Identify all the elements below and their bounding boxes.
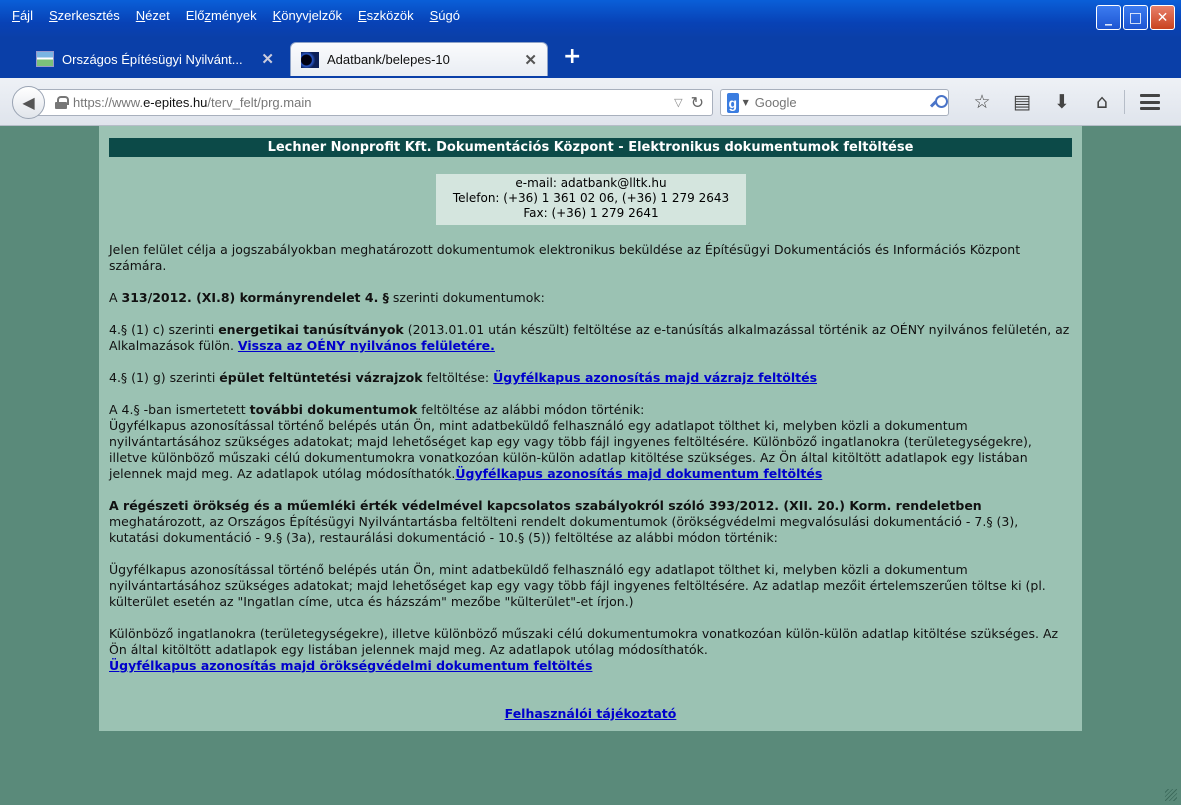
menu-edit[interactable]: Szerkesztés	[41, 8, 128, 23]
url-history-dropdown-icon[interactable]: ▽	[674, 96, 682, 109]
menu-tools[interactable]: Eszközök	[350, 8, 422, 23]
tab-oeny[interactable]: Országos Építésügyi Nyilvánt... ✕	[26, 42, 284, 76]
search-engine-dropdown-icon[interactable]: ▼	[743, 98, 749, 107]
hamburger-menu-icon[interactable]	[1140, 92, 1160, 112]
contact-email: e-mail: adatbank@lltk.hu	[515, 176, 667, 190]
user-guide-link[interactable]: Felhasználói tájékoztató	[505, 706, 677, 721]
heritage-upload-link[interactable]: Ügyfélkapus azonosítás majd örökségvédel…	[109, 658, 592, 673]
oeny-favicon-icon	[36, 51, 54, 67]
heritage-paragraph: A régészeti örökség és a műemléki érték …	[109, 498, 1019, 545]
adatbank-favicon-icon	[301, 52, 319, 68]
menu-history[interactable]: Előzmények	[178, 8, 265, 23]
sketch-upload-link[interactable]: Ügyfélkapus azonosítás majd vázrajz felt…	[493, 370, 817, 385]
search-icon[interactable]	[931, 94, 949, 111]
bookmarks-list-icon[interactable]: ▤	[1002, 90, 1042, 114]
contact-fax: Fax: (+36) 1 279 2641	[523, 206, 659, 220]
menu-help[interactable]: Súgó	[422, 8, 468, 23]
home-icon[interactable]: ⌂	[1082, 90, 1122, 114]
window-controls: _ □ ✕	[1096, 5, 1175, 30]
user-guide-link-wrap: Felhasználói tájékoztató	[99, 706, 1082, 721]
search-bar: g ▼	[720, 89, 949, 116]
intro-paragraph: Jelen felület célja a jogszabályokban me…	[109, 242, 1021, 273]
close-window-icon[interactable]: ✕	[1150, 5, 1175, 30]
reload-icon[interactable]: ↻	[691, 93, 704, 112]
maximize-icon[interactable]: □	[1123, 5, 1148, 30]
oeny-public-link[interactable]: Vissza az OÉNY nyilvános felületére.	[238, 338, 495, 353]
title-bar: Fájl Szerkesztés Nézet Előzmények Könyvj…	[0, 0, 1181, 38]
tab-close-icon[interactable]: ✕	[524, 51, 537, 69]
tab-strip: Országos Építésügyi Nyilvánt... ✕ Adatba…	[0, 38, 1181, 78]
page-content: Lechner Nonprofit Kft. Dokumentációs Köz…	[99, 126, 1082, 731]
menu-file[interactable]: Fájl	[4, 8, 41, 23]
lock-icon	[55, 96, 69, 109]
tab-close-icon[interactable]: ✕	[261, 50, 274, 68]
tab-adatbank[interactable]: Adatbank/belepes-10 ✕	[290, 42, 548, 76]
address-bar[interactable]: https://www.e-epites.hu/terv_felt/prg.ma…	[30, 89, 713, 116]
menu-bookmarks[interactable]: Könyvjelzők	[265, 8, 350, 23]
new-tab-icon[interactable]: +	[563, 44, 581, 69]
toolbar-separator	[1124, 90, 1125, 114]
download-arrow-icon[interactable]: ⬇	[1042, 90, 1082, 114]
resize-grip-icon[interactable]	[1165, 789, 1177, 801]
back-arrow-icon[interactable]: ◀	[12, 86, 45, 119]
heritage-note: Különböző ingatlanokra (területegységekr…	[109, 626, 1059, 673]
page-title: Lechner Nonprofit Kft. Dokumentációs Köz…	[109, 138, 1072, 157]
toolbar-icons: ☆ ▤ ⬇ ⌂	[962, 90, 1122, 114]
menu-bar: Fájl Szerkesztés Nézet Előzmények Könyvj…	[4, 8, 468, 23]
sketch-paragraph: 4.§ (1) g) szerinti épület feltüntetési …	[109, 370, 818, 385]
contact-box: e-mail: adatbank@lltk.hu Telefon: (+36) …	[436, 174, 746, 225]
contact-phone: Telefon: (+36) 1 361 02 06, (+36) 1 279 …	[452, 191, 730, 205]
url-text[interactable]: https://www.e-epites.hu/terv_felt/prg.ma…	[73, 95, 674, 110]
page-viewport: Lechner Nonprofit Kft. Dokumentációs Köz…	[0, 126, 1181, 805]
tab-label: Országos Építésügyi Nyilvánt...	[62, 51, 243, 67]
more-docs-paragraph: A 4.§ -ban ismertetett további dokumentu…	[109, 402, 1032, 481]
navigation-bar: ◀ https://www.e-epites.hu/terv_felt/prg.…	[0, 78, 1181, 126]
heritage-instructions: Ügyfélkapus azonosítással történő belépé…	[109, 562, 1046, 609]
menu-view[interactable]: Nézet	[128, 8, 178, 23]
minimize-icon[interactable]: _	[1096, 5, 1121, 30]
google-search-engine-icon[interactable]: g	[727, 92, 739, 113]
document-upload-link[interactable]: Ügyfélkapus azonosítás majd dokumentum f…	[455, 466, 822, 481]
bookmark-star-icon[interactable]: ☆	[962, 90, 1002, 114]
energy-paragraph: 4.§ (1) c) szerinti energetikai tanúsítv…	[109, 322, 1070, 353]
decree-paragraph: A 313/2012. (XI.8) kormányrendelet 4. § …	[109, 290, 545, 305]
search-input[interactable]	[754, 95, 931, 110]
tab-label: Adatbank/belepes-10	[327, 52, 450, 67]
